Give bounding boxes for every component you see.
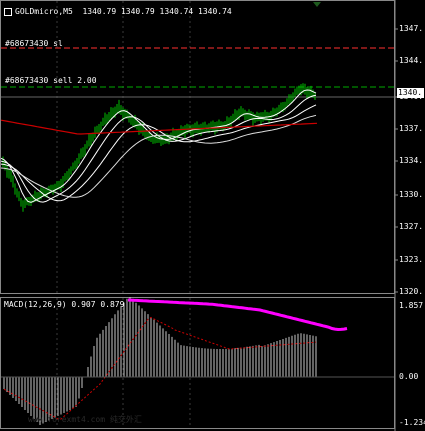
macd-frame [0,297,395,429]
macd-axis-bottom: -1.234 [399,418,425,427]
ohlc-values: 1340.79 1340.79 1340.74 1340.74 [82,7,232,16]
price-tick: 1327. [399,222,424,231]
ma-fast [0,89,317,203]
watermark: www.forexmt4.com 纯交外汇 [28,415,142,424]
moving-averages [0,89,318,203]
chart-canvas[interactable] [0,0,425,431]
macd-label: MACD(12,26,9) 0.907 0.879 [4,300,125,309]
ma-slower [0,114,317,198]
sell-order-label: #68673430 sell 2.00 [5,76,97,85]
price-tick: 1337. [399,124,424,133]
ma-long-red [0,119,318,135]
order-lines [1,47,394,98]
chart-menu-icon[interactable] [4,7,12,16]
price-tick: 1344. [399,56,424,65]
macd-indicator [1,297,394,425]
current-price-marker: 1340. [397,88,424,98]
triangle-down-icon [313,2,321,7]
price-tick: 1330. [399,190,424,199]
price-tick: 1323. [399,255,424,264]
price-tick: 1347. [399,24,424,33]
symbol-timeframe: GOLDmicro,M5 [15,7,73,16]
price-tick: 1334. [399,156,424,165]
price-tick: 1320. [399,287,424,296]
macd-axis-zero: 0.00 [399,372,419,381]
macd-axis-top: 1.857 [399,301,424,310]
ma-mid [0,94,317,203]
sl-order-label: #68673430 sl [5,39,63,48]
chart-header: GOLDmicro,M5 1340.79 1340.79 1340.74 134… [4,7,232,16]
macd-main-line [127,298,348,332]
